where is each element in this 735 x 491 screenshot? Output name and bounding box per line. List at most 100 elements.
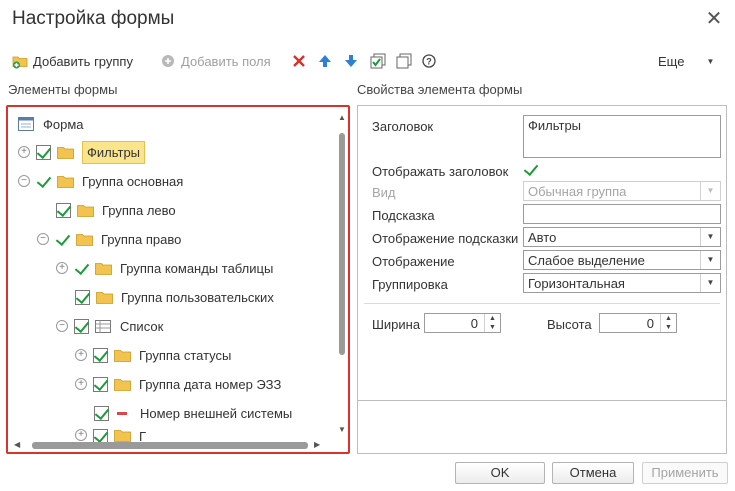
horizontal-scroll-thumb[interactable] xyxy=(32,442,308,449)
show-header-checkbox[interactable] xyxy=(523,162,538,177)
chevron-down-icon: ▼ xyxy=(700,274,720,292)
checkbox-checked-icon[interactable] xyxy=(93,376,108,392)
tree-item-partial[interactable]: + Г xyxy=(75,429,146,444)
check-icon[interactable] xyxy=(74,261,89,276)
more-label: Еще xyxy=(658,53,685,69)
tree-item-group-custom[interactable]: Группа пользовательских xyxy=(75,284,274,310)
grouping-label: Группировка xyxy=(372,277,448,292)
scroll-right-icon[interactable]: ▶ xyxy=(314,440,320,449)
grouping-select[interactable]: Горизонтальная ▼ xyxy=(523,273,721,293)
tree-item-label: Группа пользовательских xyxy=(121,289,274,305)
height-stepper[interactable]: 0 ▲ ▼ xyxy=(599,313,677,333)
tree-item-label: Список xyxy=(120,318,164,334)
add-fields-button[interactable]: Добавить поля xyxy=(160,50,271,72)
expand-icon[interactable]: + xyxy=(75,429,87,441)
folder-add-icon xyxy=(12,53,28,69)
hint-display-select[interactable]: Авто ▼ xyxy=(523,227,721,247)
tree-item-label: Группа команды таблицы xyxy=(120,260,274,276)
hint-display-label: Отображение подсказки xyxy=(372,231,519,246)
hint-display-value: Авто xyxy=(528,230,557,245)
scroll-up-icon[interactable]: ▲ xyxy=(338,113,346,122)
check-icon[interactable] xyxy=(36,174,51,189)
uncheck-all-icon[interactable] xyxy=(396,50,412,72)
tree-item-group-main[interactable]: − Группа основная xyxy=(18,168,183,194)
checkbox-checked-icon[interactable] xyxy=(74,318,89,334)
check-all-icon[interactable] xyxy=(370,50,386,72)
checkbox-checked-icon[interactable] xyxy=(36,144,51,160)
tree-item-group-right[interactable]: − Группа право xyxy=(37,226,181,252)
right-panel-title: Свойства элемента формы xyxy=(357,82,523,97)
tree-item-group-statuses[interactable]: + Группа статусы xyxy=(75,342,231,368)
move-up-icon[interactable] xyxy=(318,50,332,72)
height-value: 0 xyxy=(646,316,654,331)
folder-icon xyxy=(57,175,74,188)
tree-item-group-left[interactable]: Группа лево xyxy=(56,197,176,223)
move-down-icon[interactable] xyxy=(344,50,358,72)
header-field[interactable]: Фильтры xyxy=(523,115,721,158)
tree-item-form[interactable]: Форма xyxy=(18,111,84,137)
help-icon[interactable]: ? xyxy=(422,50,436,72)
more-menu-button[interactable]: Еще ▼ xyxy=(658,50,714,72)
checkbox-checked-icon[interactable] xyxy=(94,405,109,421)
add-group-button[interactable]: Добавить группу xyxy=(12,50,133,72)
header-label: Заголовок xyxy=(372,119,434,134)
chevron-down-icon: ▼ xyxy=(700,182,720,200)
width-value: 0 xyxy=(470,316,478,331)
display-select[interactable]: Слабое выделение ▼ xyxy=(523,250,721,270)
tree-item-label: Форма xyxy=(43,116,84,132)
tree-item-label: Фильтры xyxy=(82,140,146,164)
vertical-scroll-thumb[interactable] xyxy=(339,133,345,355)
tree-item-table-commands[interactable]: + Группа команды таблицы xyxy=(56,255,273,281)
tree-item-label: Группа статусы xyxy=(139,347,232,363)
tree-item-filters[interactable]: + Фильтры xyxy=(18,139,146,165)
checkbox-checked-icon[interactable] xyxy=(93,347,108,363)
vertical-scrollbar[interactable]: ▲ ▼ xyxy=(338,113,346,437)
grouping-value: Горизонтальная xyxy=(528,276,625,291)
folder-icon xyxy=(114,378,131,391)
tree-item-label: Группа основная xyxy=(82,173,184,189)
expand-icon[interactable]: + xyxy=(18,146,30,158)
ok-button[interactable]: OK xyxy=(455,462,545,484)
divider xyxy=(364,303,720,304)
form-elements-tree[interactable]: Форма + Фильтры − Группа основная Группа… xyxy=(6,105,350,454)
folder-icon xyxy=(57,146,74,159)
checkbox-checked-icon[interactable] xyxy=(75,289,90,305)
collapse-icon[interactable]: − xyxy=(37,233,49,245)
plus-circle-icon xyxy=(160,53,176,69)
tree-item-external-number[interactable]: Номер внешней системы xyxy=(94,400,292,426)
scroll-down-icon[interactable]: ▼ xyxy=(338,425,346,434)
hint-input[interactable] xyxy=(523,204,721,224)
folder-icon xyxy=(77,204,94,217)
checkbox-checked-icon[interactable] xyxy=(56,202,71,218)
close-icon[interactable]: ✕ xyxy=(702,8,726,32)
tree-item-group-date-number[interactable]: + Группа дата номер ЭЗЗ xyxy=(75,371,281,397)
apply-button[interactable]: Применить xyxy=(642,462,728,484)
spinner-icon[interactable]: ▲ ▼ xyxy=(484,314,500,332)
cancel-button[interactable]: Отмена xyxy=(552,462,634,484)
expand-icon[interactable]: + xyxy=(75,378,87,390)
width-stepper[interactable]: 0 ▲ ▼ xyxy=(424,313,501,333)
view-value: Обычная группа xyxy=(528,184,627,199)
tree-item-label: Группа лево xyxy=(102,202,176,218)
check-icon[interactable] xyxy=(55,232,70,247)
expand-icon[interactable]: + xyxy=(56,262,68,274)
collapse-icon[interactable]: − xyxy=(56,320,68,332)
properties-panel: Заголовок Фильтры Отображать заголовок В… xyxy=(357,105,727,454)
tree-item-label: Номер внешней системы xyxy=(140,405,293,421)
add-group-label: Добавить группу xyxy=(33,53,133,69)
view-select[interactable]: Обычная группа ▼ xyxy=(523,181,721,201)
form-icon xyxy=(18,117,34,131)
view-label: Вид xyxy=(372,185,396,200)
collapse-icon[interactable]: − xyxy=(18,175,30,187)
expand-icon[interactable]: + xyxy=(75,349,87,361)
display-label: Отображение xyxy=(372,254,455,269)
scroll-left-icon[interactable]: ◀ xyxy=(14,440,20,449)
divider xyxy=(358,400,726,401)
show-header-label: Отображать заголовок xyxy=(372,164,509,179)
chevron-down-icon: ▼ xyxy=(700,228,720,246)
delete-icon[interactable] xyxy=(292,50,306,72)
left-panel-title: Элементы формы xyxy=(8,82,118,97)
tree-item-list[interactable]: − Список xyxy=(56,313,163,339)
folder-icon xyxy=(114,349,131,362)
spinner-icon[interactable]: ▲ ▼ xyxy=(660,314,676,332)
